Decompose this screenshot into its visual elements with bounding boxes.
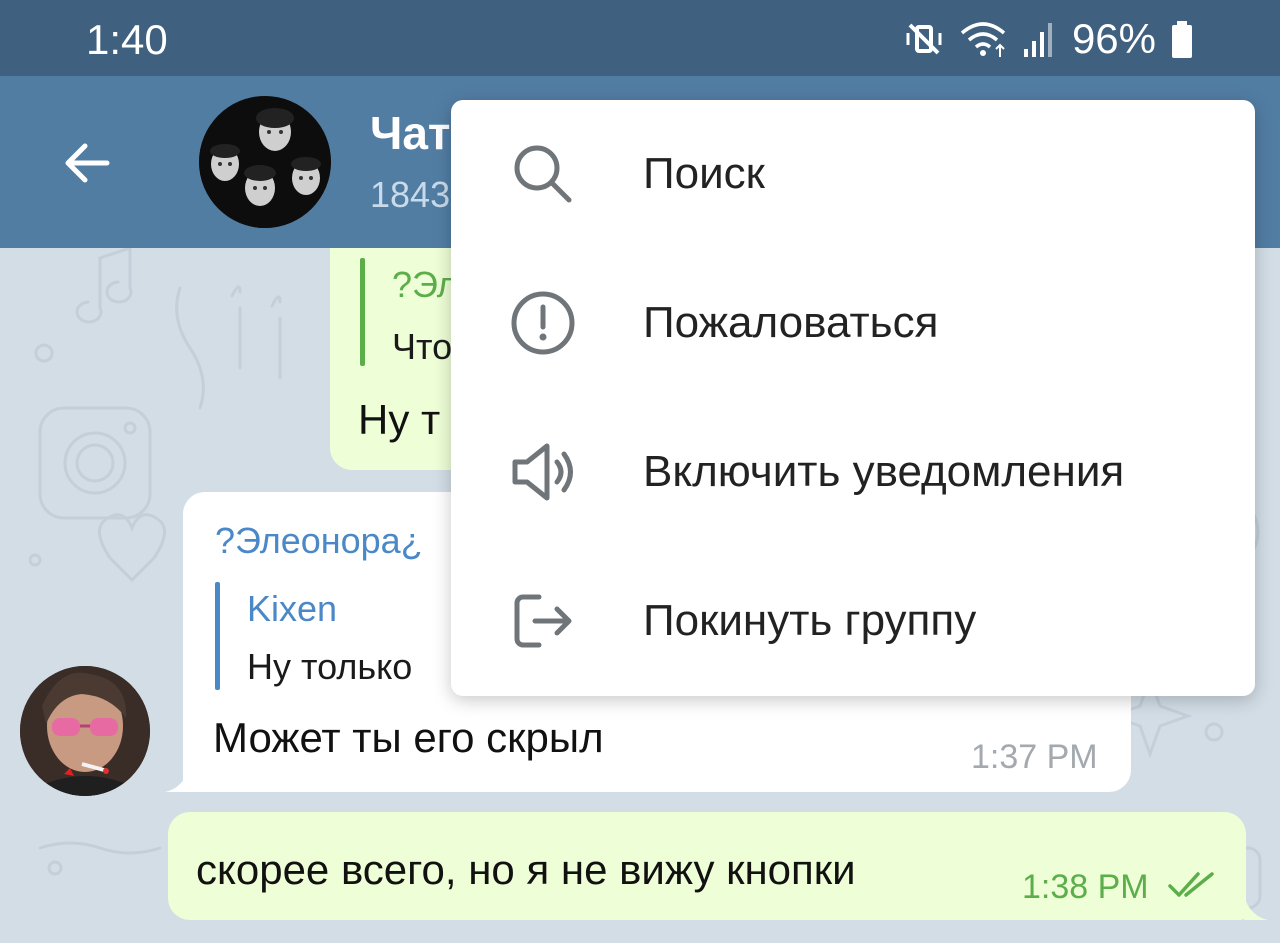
vibrate-mute-icon: [906, 23, 942, 55]
reply-author: Kixen: [247, 588, 338, 629]
message-text: скорее всего, но я не вижу кнопки: [196, 846, 856, 893]
sender-name[interactable]: ?Элеонора¿: [215, 520, 423, 562]
reply-author: ?Эл: [392, 264, 458, 305]
outgoing-message[interactable]: скорее всего, но я не вижу кнопки 1:38 P…: [168, 812, 1246, 920]
report-icon: [511, 291, 575, 355]
reply-quote-bar: [360, 258, 365, 366]
signal-icon: [1023, 23, 1052, 57]
speaker-icon: [512, 443, 573, 501]
message-time: 1:38 PM: [1022, 868, 1149, 906]
search-icon: [514, 145, 572, 203]
menu-item-label: Поиск: [643, 149, 765, 198]
chat-member-count: 1843: [370, 174, 451, 215]
bubble-tail: [1244, 896, 1268, 920]
group-avatar[interactable]: [199, 96, 331, 228]
message-text: Ну т: [358, 396, 441, 443]
menu-item-search[interactable]: Поиск: [451, 100, 1255, 249]
overflow-menu: Поиск Пожаловаться Включить уведомления …: [451, 100, 1255, 696]
battery-percent: 96%: [1071, 15, 1156, 62]
menu-item-label: Включить уведомления: [643, 447, 1125, 496]
double-check-icon: [1168, 872, 1214, 897]
menu-item-report[interactable]: Пожаловаться: [451, 249, 1255, 398]
leave-icon: [514, 594, 572, 648]
status-bar: 1:40 96%: [0, 0, 1280, 76]
reply-text: Что: [392, 326, 453, 367]
chat-title[interactable]: Чат: [370, 106, 450, 160]
reply-text: Ну только: [247, 646, 413, 687]
menu-item-leave-group[interactable]: Покинуть группу: [451, 547, 1255, 696]
battery-icon: [1172, 21, 1192, 58]
menu-item-enable-notifications[interactable]: Включить уведомления: [451, 398, 1255, 547]
back-button[interactable]: [52, 128, 122, 198]
wifi-icon: [960, 22, 1006, 57]
menu-item-label: Покинуть группу: [643, 596, 977, 645]
back-arrow-icon: [65, 143, 110, 183]
reply-quote-bar: [215, 582, 220, 690]
status-icons: 96%: [904, 14, 1194, 64]
bubble-tail: [165, 768, 189, 792]
menu-item-label: Пожаловаться: [643, 298, 939, 347]
status-time: 1:40: [86, 16, 168, 63]
message-text: Может ты его скрыл: [213, 714, 604, 761]
sender-avatar[interactable]: [20, 666, 150, 796]
message-time: 1:37 PM: [971, 738, 1098, 776]
